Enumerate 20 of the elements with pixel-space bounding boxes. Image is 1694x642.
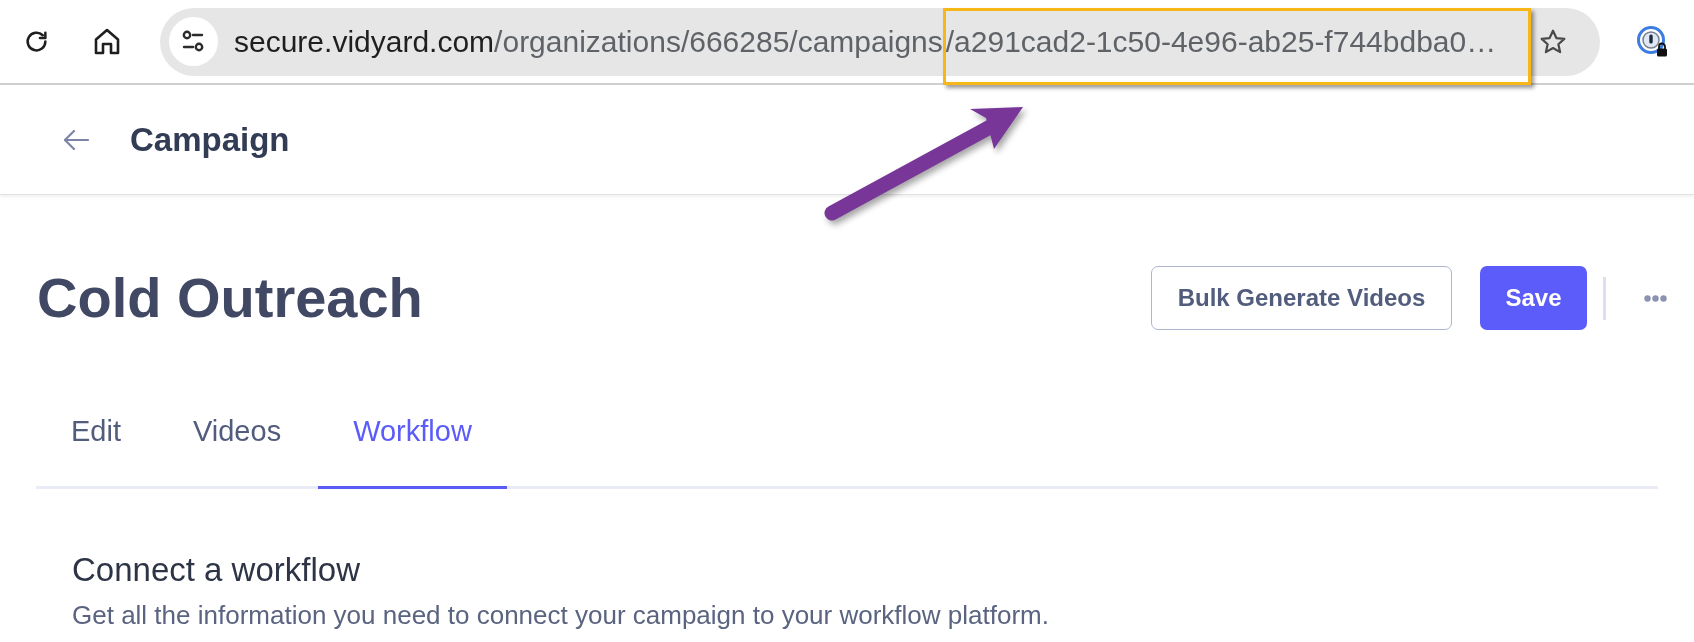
section-description: Get all the information you need to connect your campaign to your workflow platform.: [72, 600, 1049, 630]
save-button[interactable]: Save: [1480, 266, 1587, 330]
circle-lock-icon[interactable]: [1637, 25, 1669, 58]
tab[interactable]: Edit: [36, 400, 156, 489]
sliders-icon[interactable]: [169, 17, 218, 66]
header-title: Campaign: [130, 119, 290, 160]
divider: [1603, 276, 1606, 320]
url-host: secure.vidyard.com: [234, 23, 495, 60]
tab[interactable]: Workflow: [318, 400, 507, 489]
url-path: /a291cad2-1c50-4e96-ab25-f744bdba0…: [945, 23, 1497, 60]
page-title: Cold Outreach: [37, 266, 423, 330]
url-path: /organizations/666285/campaigns: [494, 23, 943, 60]
star-icon[interactable]: [1539, 27, 1567, 56]
more-icon[interactable]: [1644, 294, 1667, 302]
section-title: Connect a workflow: [72, 550, 360, 590]
reload-icon[interactable]: [24, 29, 49, 54]
tab[interactable]: Videos: [158, 400, 317, 489]
arrow-left-icon[interactable]: [63, 128, 89, 151]
home-icon[interactable]: [94, 28, 120, 55]
bulk-generate-button[interactable]: Bulk Generate Videos: [1151, 266, 1452, 330]
